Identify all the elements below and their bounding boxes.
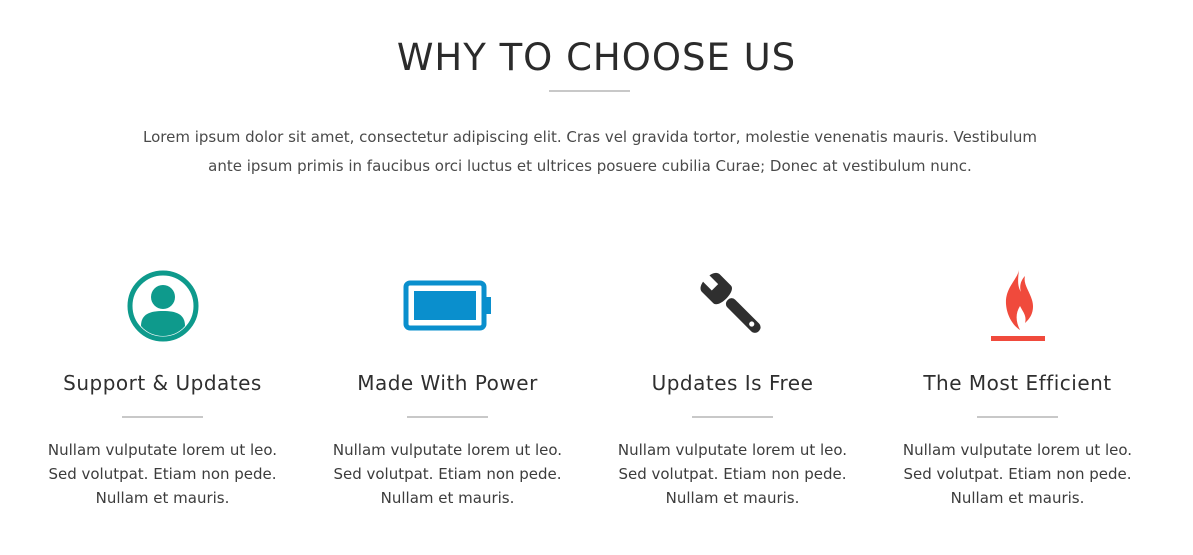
intro-line-1: Lorem ipsum dolor sit amet, consectetur … (143, 128, 1037, 146)
feature-text-line: Sed volutpat. Etiam non pede. (903, 465, 1132, 483)
feature-title: The Most Efficient (923, 371, 1112, 395)
feature-text-line: Sed volutpat. Etiam non pede. (333, 465, 562, 483)
feature-title: Made With Power (357, 371, 538, 395)
wrench-svg (699, 272, 761, 333)
feature-text-line: Nullam vulputate lorem ut leo. (332, 441, 563, 459)
fire-icon (973, 268, 1063, 344)
user-circle-icon (118, 268, 208, 344)
feature-title: Support & Updates (63, 371, 262, 395)
title-divider (549, 90, 630, 92)
feature-text-line: Sed volutpat. Etiam non pede. (618, 465, 847, 483)
section-title: WHY TO CHOOSE US (396, 36, 797, 79)
fire-svg (990, 270, 1045, 341)
feature-text-line: Nullam vulputate lorem ut leo. (902, 441, 1133, 459)
feature-text-line: Nullam et mauris. (380, 489, 515, 507)
feature-divider (407, 416, 488, 418)
feature-description: Nullam vulputate lorem ut leo. Sed volut… (305, 438, 590, 510)
battery-icon (403, 268, 493, 344)
feature-description: Nullam vulputate lorem ut leo. Sed volut… (875, 438, 1160, 510)
user-circle-svg (127, 270, 198, 342)
wrench-icon (688, 268, 778, 344)
feature-text-line: Nullam et mauris. (950, 489, 1085, 507)
feature-text-line: Sed volutpat. Etiam non pede. (48, 465, 277, 483)
feature-text-line: Nullam et mauris. (665, 489, 800, 507)
feature-divider (122, 416, 203, 418)
features-row: Support & Updates Nullam vulputate lorem… (20, 268, 1160, 518)
feature-title: Updates Is Free (651, 371, 814, 395)
feature-text-line: Nullam et mauris. (95, 489, 230, 507)
intro-line-2: ante ipsum primis in faucibus orci luctu… (208, 157, 972, 175)
section-intro: Lorem ipsum dolor sit amet, consectetur … (140, 123, 1040, 181)
feature-description: Nullam vulputate lorem ut leo. Sed volut… (20, 438, 305, 510)
feature-divider (977, 416, 1058, 418)
feature-text-line: Nullam vulputate lorem ut leo. (617, 441, 848, 459)
feature-description: Nullam vulputate lorem ut leo. Sed volut… (590, 438, 875, 510)
feature-text-line: Nullam vulputate lorem ut leo. (47, 441, 278, 459)
feature-divider (692, 416, 773, 418)
battery-svg (403, 280, 491, 331)
